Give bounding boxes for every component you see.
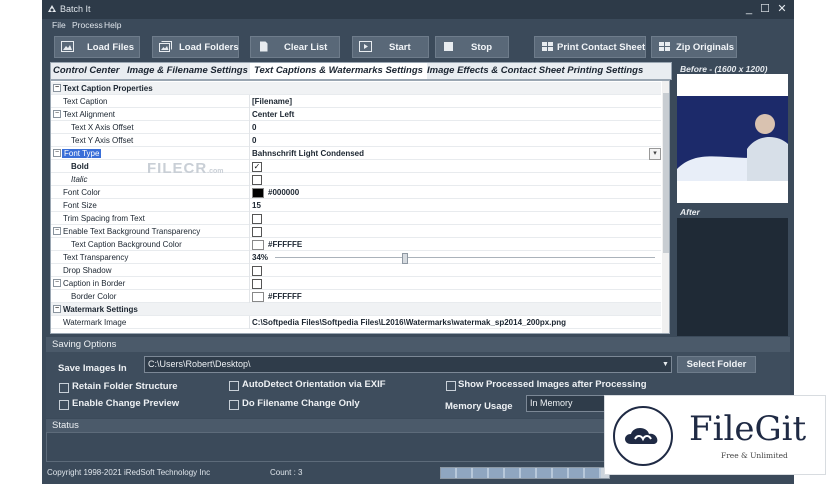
tab-image-effects[interactable]: Image Effects & Contact Sheet Printing S… <box>427 65 643 76</box>
watermark-overlay: FILECR.com <box>147 160 224 177</box>
autodetect-checkbox[interactable] <box>229 381 239 391</box>
zip-originals-button[interactable]: Zip Originals <box>651 36 737 58</box>
load-files-button[interactable]: Load Files <box>54 36 140 58</box>
collapse-icon[interactable]: − <box>53 227 61 235</box>
property-row[interactable]: Font Color #000000 <box>51 186 661 199</box>
property-row-selected[interactable]: − Font Type Bahnschrift Light Condensed ▾ <box>51 147 661 160</box>
filename-only-checkbox[interactable] <box>229 400 239 410</box>
property-row[interactable]: Trim Spacing from Text <box>51 212 661 225</box>
before-image <box>677 74 788 203</box>
show-processed-checkbox[interactable] <box>446 381 456 391</box>
property-row[interactable]: Watermark Image C:\Softpedia Files\Softpe… <box>51 316 661 329</box>
stop-button[interactable]: Stop <box>435 36 509 58</box>
property-row[interactable]: Text Caption [Filename] <box>51 95 661 108</box>
scrollbar-thumb[interactable] <box>663 93 669 253</box>
tab-text-captions-watermarks[interactable]: Text Captions & Watermarks Settings <box>250 63 427 79</box>
enable-preview-checkbox[interactable] <box>59 400 69 410</box>
trim-spacing-checkbox[interactable] <box>252 214 262 224</box>
chevron-down-icon[interactable]: ▾ <box>649 148 661 160</box>
after-label: After <box>680 207 700 217</box>
settings-tabs: Control Center Image & Filename Settings… <box>50 62 672 80</box>
tab-image-filename-settings[interactable]: Image & Filename Settings <box>127 65 248 76</box>
property-row[interactable]: Text Transparency 34% <box>51 251 661 264</box>
memory-usage-select[interactable]: In Memory <box>526 395 606 412</box>
property-row[interactable]: − Caption in Border <box>51 277 661 290</box>
brand-name: FileGit <box>689 409 807 449</box>
property-row[interactable]: − Enable Text Background Transparency <box>51 225 661 238</box>
close-button[interactable]: ✕ <box>775 2 789 16</box>
property-row[interactable]: Text Y Axis Offset 0 <box>51 134 661 147</box>
property-row[interactable]: Font Size 15 <box>51 199 661 212</box>
preview-panel: Before - (1600 x 1200) After <box>677 62 789 337</box>
category-text-caption[interactable]: − Text Caption Properties <box>51 82 661 95</box>
slider-thumb[interactable] <box>402 253 409 264</box>
title-bar: Batch It _ ☐ ✕ <box>42 0 794 19</box>
property-row[interactable]: Border Color #FFFFFF <box>51 290 661 303</box>
count-text: Count : 3 <box>270 468 303 477</box>
menu-file[interactable]: File <box>52 20 66 30</box>
cloud-logo-icon <box>613 406 673 466</box>
clear-list-button[interactable]: Clear List <box>250 36 340 58</box>
font-type-value[interactable]: Bahnschrift Light Condensed <box>252 149 364 158</box>
collapse-icon[interactable]: − <box>53 149 61 157</box>
document-icon <box>260 41 268 52</box>
select-folder-button[interactable]: Select Folder <box>677 356 756 373</box>
toolbar: Load Files Load Folders Clear List Start… <box>42 32 794 62</box>
property-row[interactable]: Text X Axis Offset 0 <box>51 121 661 134</box>
bg-color-swatch[interactable] <box>252 240 264 250</box>
property-row[interactable]: − Text Alignment Center Left <box>51 108 661 121</box>
menu-process[interactable]: Process <box>72 20 103 30</box>
retain-folder-checkbox[interactable] <box>59 383 69 393</box>
category-watermark[interactable]: − Watermark Settings <box>51 303 661 316</box>
brand-tagline: Free & Unlimited <box>721 451 788 460</box>
filegit-logo: FileGit Free & Unlimited <box>604 395 826 475</box>
collapse-icon[interactable]: − <box>53 305 61 313</box>
collapse-icon[interactable]: − <box>53 110 61 118</box>
property-row[interactable]: Italic <box>51 173 661 186</box>
load-folders-button[interactable]: Load Folders <box>152 36 239 58</box>
images-icon <box>159 41 172 52</box>
save-path-input[interactable]: C:\Users\Robert\Desktop\ <box>144 356 672 373</box>
saving-options-header: Saving Options <box>46 337 790 352</box>
transparency-slider[interactable] <box>275 257 655 258</box>
maximize-button[interactable]: ☐ <box>758 2 772 16</box>
property-row[interactable]: Drop Shadow <box>51 264 661 277</box>
font-color-swatch[interactable] <box>252 188 264 198</box>
print-contact-sheet-button[interactable]: Print Contact Sheet <box>534 36 646 58</box>
bg-transparency-checkbox[interactable] <box>252 227 262 237</box>
stop-icon <box>444 42 453 51</box>
drop-shadow-checkbox[interactable] <box>252 266 262 276</box>
property-row[interactable]: Text Caption Background Color #FFFFFE <box>51 238 661 251</box>
image-icon <box>61 41 74 52</box>
progress-bar <box>440 467 610 479</box>
grid-scrollbar[interactable] <box>662 81 669 333</box>
menu-help[interactable]: Help <box>104 20 121 30</box>
chevron-down-icon[interactable]: ▼ <box>662 361 669 368</box>
border-color-swatch[interactable] <box>252 292 264 302</box>
start-button[interactable]: Start <box>352 36 429 58</box>
grid-icon <box>659 42 670 51</box>
minimize-button[interactable]: _ <box>742 2 756 16</box>
bold-checkbox[interactable]: ✓ <box>252 162 262 172</box>
italic-checkbox[interactable] <box>252 175 262 185</box>
progress-fill <box>441 468 601 478</box>
property-row[interactable]: Bold ✓ <box>51 160 661 173</box>
app-icon <box>48 5 56 12</box>
before-label: Before - (1600 x 1200) <box>680 64 768 74</box>
window-title: Batch It <box>60 4 91 14</box>
menu-bar: File Process Help <box>42 19 794 32</box>
collapse-icon[interactable]: − <box>53 84 61 92</box>
caption-in-border-checkbox[interactable] <box>252 279 262 289</box>
collapse-icon[interactable]: − <box>53 279 61 287</box>
tab-control-center[interactable]: Control Center <box>53 65 120 76</box>
after-image <box>677 218 788 336</box>
grid-icon <box>542 42 553 51</box>
play-icon <box>359 41 372 52</box>
copyright-text: Copyright 1998-2021 iRedSoft Technology … <box>47 468 211 477</box>
property-grid: − Text Caption Properties Text Caption [F… <box>50 80 670 334</box>
